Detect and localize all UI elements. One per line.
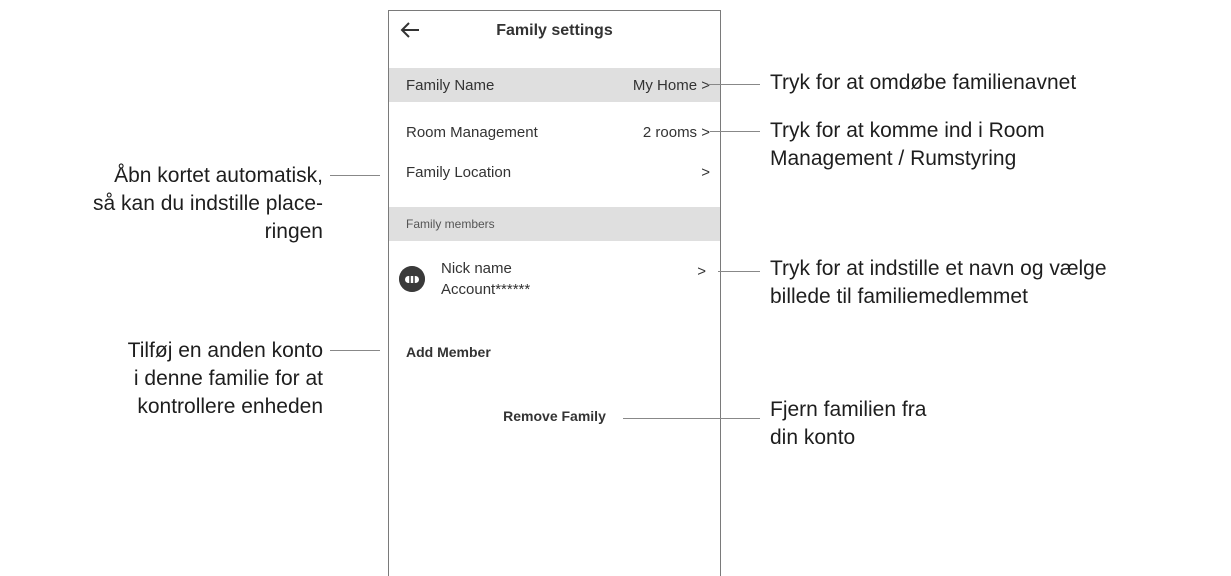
family-name-label: Family Name [406, 76, 495, 94]
annotation-add-member: Tilføj en anden konto i denne familie fo… [0, 337, 323, 421]
family-location-row[interactable]: Family Location > [389, 155, 720, 189]
family-location-label: Family Location [406, 163, 512, 181]
family-name-row[interactable]: Family Name My Home > [389, 68, 720, 102]
leader-line-family-name [708, 84, 760, 85]
user-avatar-icon [399, 266, 425, 292]
member-nick-name: Nick name [441, 260, 512, 277]
room-management-value: 2 rooms > [642, 123, 710, 141]
leader-line-location [330, 175, 380, 176]
leader-line-member [718, 271, 760, 272]
add-member-button[interactable]: Add Member [406, 344, 491, 360]
leader-line-room-management [710, 131, 760, 132]
annotation-location-line-2: så kan du indstille place- [93, 192, 323, 215]
annotation-member: Tryk for at indstille et navn og vælge b… [770, 255, 1107, 311]
phone-screen: Family settings Family Name My Home > Ro… [388, 10, 721, 576]
member-chevron: > [697, 263, 706, 280]
annotation-remove-family-line-2: din konto [770, 426, 856, 449]
family-location-chevron: > [701, 163, 710, 181]
remove-family-button[interactable]: Remove Family [389, 408, 720, 424]
page-title: Family settings [496, 22, 613, 39]
room-management-label: Room Management [406, 123, 538, 141]
leader-line-remove-family [623, 418, 760, 419]
room-management-row[interactable]: Room Management 2 rooms > [389, 115, 720, 149]
annotation-room-management-line-2: Management / Rumstyring [770, 147, 1017, 170]
annotation-room-management: Tryk for at komme ind i Room Management … [770, 117, 1045, 173]
annotation-member-line-2: billede til familiemedlemmet [770, 285, 1028, 308]
member-row[interactable]: Nick name Account****** > [389, 257, 720, 307]
leader-line-add-member [330, 350, 380, 351]
family-members-section-header: Family members [389, 207, 720, 241]
annotation-room-management-line-1: Tryk for at komme ind i Room [770, 119, 1045, 142]
annotation-location-line-1: Åbn kortet automatisk, [114, 164, 323, 187]
annotation-location: Åbn kortet automatisk, så kan du indstil… [0, 162, 323, 246]
annotation-add-member-line-1: Tilføj en anden konto [127, 339, 323, 362]
annotation-add-member-line-3: kontrollere enheden [137, 395, 323, 418]
annotation-add-member-line-2: i denne familie for at [133, 367, 323, 390]
annotation-location-line-3: ringen [264, 220, 323, 243]
annotation-remove-family-line-1: Fjern familien fra [770, 398, 927, 421]
annotation-family-name: Tryk for at omdøbe familienavnet [770, 71, 1077, 94]
annotation-remove-family: Fjern familien fra din konto [770, 396, 926, 452]
annotation-member-line-1: Tryk for at indstille et navn og vælge [770, 257, 1107, 280]
member-account: Account****** [441, 281, 531, 298]
header-bar: Family settings [389, 11, 720, 63]
family-name-value: My Home > [632, 76, 710, 94]
